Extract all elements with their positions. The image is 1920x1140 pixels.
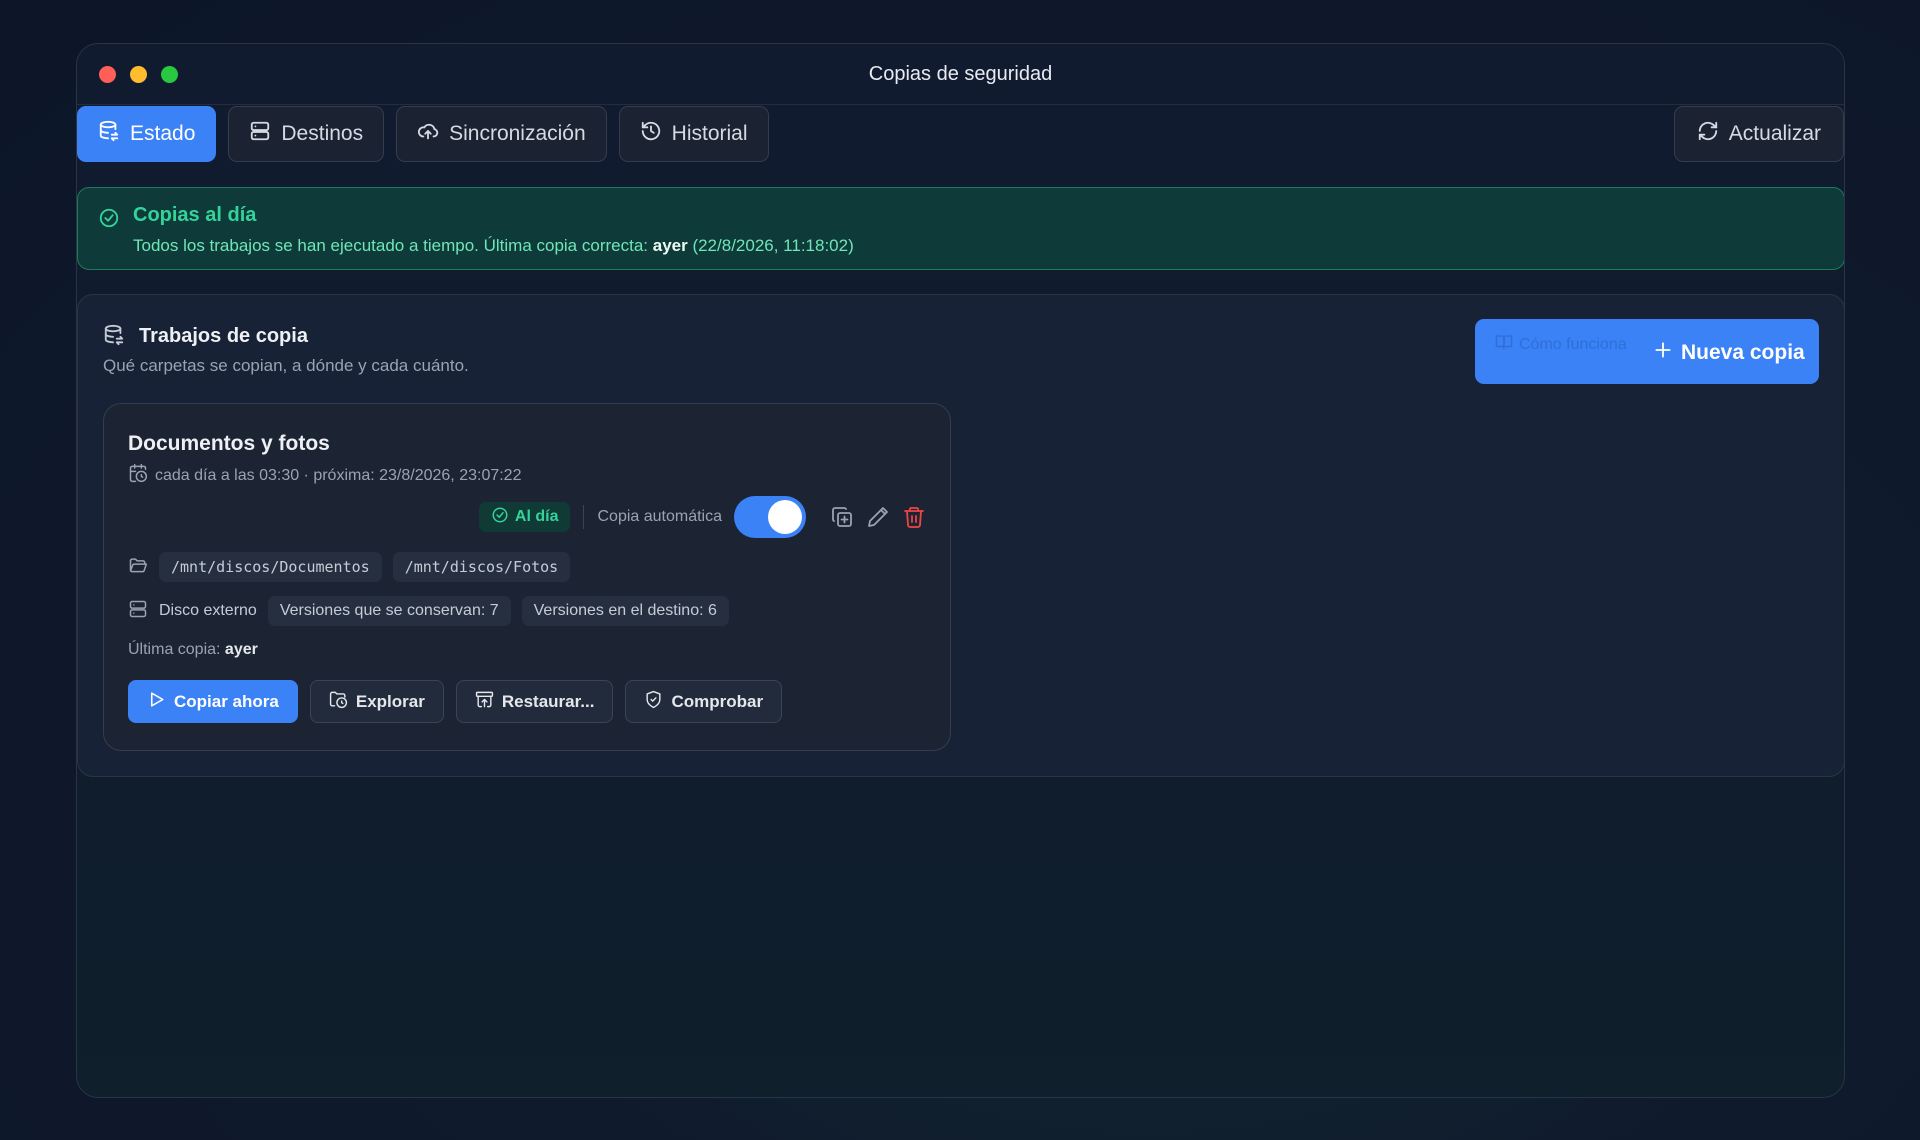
banner-text-prefix: Todos los trabajos se han ejecutado a ti… <box>133 236 653 255</box>
how-it-works-label: Cómo funciona <box>1519 335 1627 353</box>
last-backup-label: Última copia: <box>128 641 225 658</box>
restore-label: Restaurar... <box>501 691 595 711</box>
copy-now-label: Copiar ahora <box>174 691 279 711</box>
calendar-clock-icon <box>128 463 148 488</box>
destination-row: Disco externo Versiones que se conservan… <box>128 596 729 626</box>
tab-label: Estado <box>130 122 196 145</box>
source-path-chip: /mnt/discos/Documentos <box>159 552 382 582</box>
title-bar: Copias de seguridad <box>77 44 1844 105</box>
shield-check-icon <box>644 690 663 714</box>
status-badge-label: Al día <box>514 508 559 525</box>
cloud-upload-icon <box>417 120 439 148</box>
tab-bar: Estado Destinos Sincronización Historial <box>77 106 769 162</box>
how-it-works-link[interactable]: Cómo funciona <box>1495 333 1627 356</box>
restore-button[interactable]: Restaurar... <box>455 680 614 723</box>
auto-backup-label: Copia automática <box>597 508 722 525</box>
copy-now-button[interactable]: Copiar ahora <box>128 680 298 723</box>
database-sync-icon <box>98 120 120 148</box>
new-backup-button[interactable]: Cómo funciona Nueva copia <box>1475 319 1819 384</box>
refresh-icon <box>1697 120 1719 148</box>
banner-text-suffix: (22/8/2026, 11:18:02) <box>687 236 854 255</box>
folder-open-icon <box>128 555 148 580</box>
job-actions: Copiar ahora Explorar Restaurar... Compr… <box>128 680 783 723</box>
duplicate-icon[interactable] <box>830 505 854 529</box>
panel-title: Trabajos de copia <box>139 325 308 347</box>
destination-name: Disco externo <box>159 602 257 619</box>
check-circle-icon <box>491 506 509 529</box>
sources-row: /mnt/discos/Documentos /mnt/discos/Fotos <box>128 552 571 582</box>
job-title: Documentos y fotos <box>128 432 330 455</box>
status-badge: Al día <box>478 502 571 532</box>
backup-job-card: Documentos y fotos cada día a las 03:30 … <box>103 403 951 751</box>
banner-text-bold: ayer <box>652 236 688 255</box>
banner-title: Copias al día <box>133 204 257 226</box>
window-title: Copias de seguridad <box>868 63 1053 85</box>
explore-label: Explorar <box>355 691 425 711</box>
tab-label: Historial <box>671 122 748 145</box>
tab-destinos[interactable]: Destinos <box>228 106 385 162</box>
last-backup: Última copia: ayer <box>128 641 258 659</box>
check-circle-icon <box>98 207 120 229</box>
divider <box>583 505 585 529</box>
verify-button[interactable]: Comprobar <box>625 680 783 723</box>
last-backup-value: ayer <box>224 641 258 658</box>
database-sync-icon <box>103 324 125 346</box>
refresh-label: Actualizar <box>1728 122 1821 145</box>
kept-versions-chip: Versiones que se conservan: 7 <box>267 596 511 626</box>
history-icon <box>640 120 662 148</box>
job-status-row: Al día Copia automática <box>478 496 926 538</box>
source-path-chip: /mnt/discos/Fotos <box>392 552 571 582</box>
toggle-knob <box>768 500 802 534</box>
schedule-text: cada día a las 03:30 · próxima: 23/8/202… <box>155 466 522 484</box>
server-icon <box>249 120 271 148</box>
trash-icon[interactable] <box>902 505 926 529</box>
archive-restore-icon <box>475 690 494 714</box>
edit-pencil-icon[interactable] <box>866 505 890 529</box>
folder-clock-icon <box>329 690 348 714</box>
tab-estado[interactable]: Estado <box>77 106 217 162</box>
destination-versions-chip: Versiones en el destino: 6 <box>521 596 729 626</box>
refresh-button[interactable]: Actualizar <box>1673 106 1844 162</box>
status-banner: Copias al día Todos los trabajos se han … <box>77 187 1844 270</box>
auto-backup-toggle[interactable] <box>734 496 806 538</box>
explore-button[interactable]: Explorar <box>309 680 444 723</box>
panel-subtitle: Qué carpetas se copian, a dónde y cada c… <box>103 356 469 375</box>
tab-historial[interactable]: Historial <box>618 106 769 162</box>
server-icon <box>128 599 148 624</box>
new-backup-content: Nueva copia <box>1653 340 1805 366</box>
new-backup-label: Nueva copia <box>1681 341 1805 364</box>
tab-label: Destinos <box>281 122 364 145</box>
verify-label: Comprobar <box>671 691 764 711</box>
tab-sincronizacion[interactable]: Sincronización <box>396 106 607 162</box>
app-window: Copias de seguridad Estado Destinos Sinc… <box>76 43 1845 1098</box>
tab-label: Sincronización <box>449 122 586 145</box>
banner-text: Todos los trabajos se han ejecutado a ti… <box>133 236 854 256</box>
play-icon <box>147 690 166 714</box>
backup-jobs-panel: Trabajos de copia Qué carpetas se copian… <box>77 294 1844 777</box>
plus-icon <box>1653 340 1673 366</box>
job-schedule: cada día a las 03:30 · próxima: 23/8/202… <box>128 463 521 488</box>
book-icon <box>1495 333 1513 356</box>
